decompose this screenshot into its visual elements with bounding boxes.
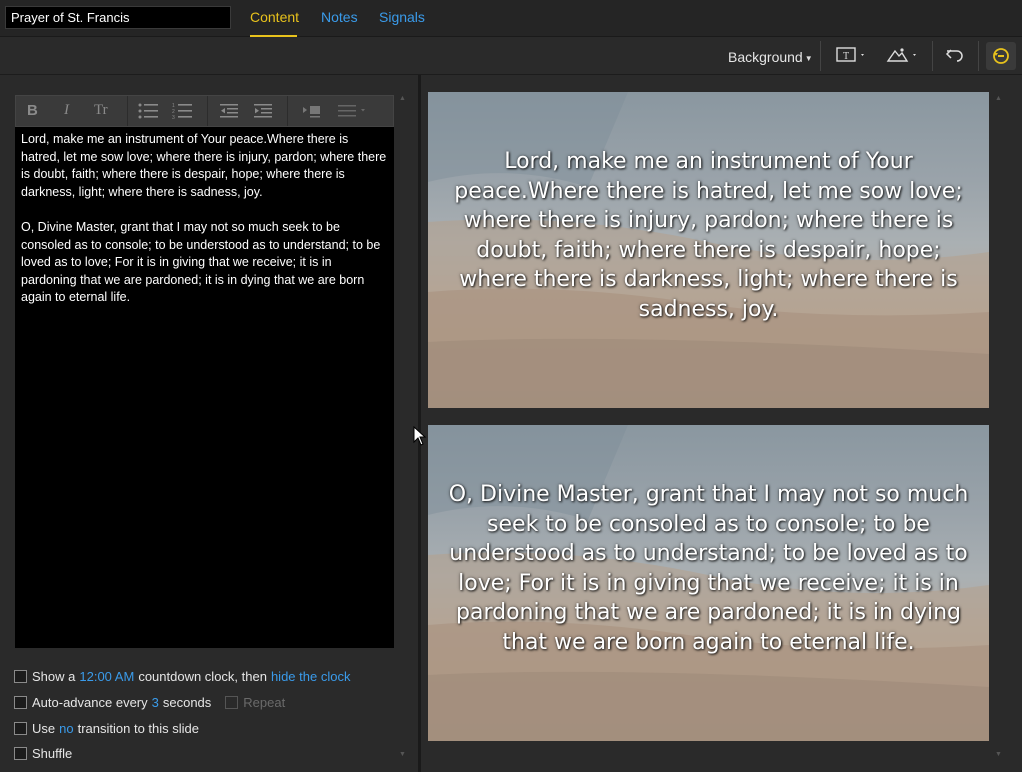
scroll-down-icon[interactable]: ▼: [399, 751, 406, 758]
mouse-cursor-icon: [413, 426, 427, 446]
advance-option-row: Auto-advance every 3 seconds Repeat: [14, 695, 285, 710]
slide-thumbnail[interactable]: Lord, make me an instrument of Your peac…: [428, 92, 989, 408]
clock-checkbox[interactable]: [14, 670, 27, 683]
transition-suffix-label: transition to this slide: [77, 721, 199, 736]
slide-preview-pane: Lord, make me an instrument of Your peac…: [421, 75, 1022, 772]
insert-block-icon[interactable]: [302, 103, 322, 119]
editor-paragraph: O, Divine Master, grant that I may not s…: [21, 219, 381, 305]
scroll-down-icon[interactable]: ▼: [995, 751, 1002, 758]
clock-time-link[interactable]: 12:00 AM: [79, 669, 134, 684]
image-icon[interactable]: [886, 46, 920, 67]
indent-icon[interactable]: [254, 103, 274, 119]
bold-button[interactable]: B: [27, 102, 38, 119]
slide-text: O, Divine Master, grant that I may not s…: [448, 482, 969, 655]
background-label: Background: [728, 49, 803, 65]
italic-button[interactable]: I: [64, 102, 69, 119]
clock-option-row: Show a 12:00 AM countdown clock, then hi…: [14, 669, 354, 684]
indent-group: [208, 96, 288, 126]
clock-middle-label: countdown clock, then: [138, 669, 267, 684]
editor-paragraph: Lord, make me an instrument of Your peac…: [21, 132, 387, 199]
toolbar-divider: [820, 41, 821, 71]
list-group: 1 2 3: [128, 96, 208, 126]
text-format-group: B I Tr: [16, 96, 128, 126]
toolbar-divider: [932, 41, 933, 71]
insert-group: [288, 96, 394, 126]
chevron-down-icon: ▼: [804, 53, 813, 63]
transition-option-row: Use no transition to this slide: [14, 721, 199, 736]
background-dropdown[interactable]: Background ▼: [728, 49, 813, 65]
shuffle-checkbox[interactable]: [14, 747, 27, 760]
slide-thumbnail[interactable]: O, Divine Master, grant that I may not s…: [428, 425, 989, 741]
text-box-icon[interactable]: T: [836, 46, 866, 67]
sync-icon: [993, 48, 1009, 64]
clock-action-link[interactable]: hide the clock: [271, 669, 351, 684]
svg-text:3: 3: [172, 115, 175, 119]
slide-toolbar: Background ▼ T: [0, 37, 1022, 75]
transition-checkbox[interactable]: [14, 722, 27, 735]
bullet-list-icon[interactable]: [138, 103, 160, 119]
svg-text:T: T: [843, 51, 849, 62]
auto-advance-checkbox[interactable]: [14, 696, 27, 709]
transition-value-link[interactable]: no: [59, 721, 73, 736]
toolbar-divider: [978, 41, 979, 71]
slide-text-editor[interactable]: Lord, make me an instrument of Your peac…: [15, 127, 394, 648]
undo-icon[interactable]: [945, 46, 965, 67]
shuffle-option-row: Shuffle: [14, 746, 72, 761]
advance-suffix-label: seconds: [162, 695, 212, 710]
clock-prefix-label: Show a: [32, 669, 76, 684]
repeat-checkbox[interactable]: [225, 696, 239, 709]
tab-signals[interactable]: Signals: [379, 9, 425, 25]
numbered-list-icon[interactable]: 1 2 3: [172, 103, 194, 119]
advance-seconds-link[interactable]: 3: [152, 695, 159, 710]
sync-button[interactable]: [986, 42, 1016, 70]
advance-prefix-label: Auto-advance every: [32, 695, 148, 710]
text-size-button[interactable]: Tr: [94, 102, 108, 119]
top-bar: Content Notes Signals: [0, 0, 1022, 37]
presentation-title-input[interactable]: [5, 6, 231, 29]
repeat-label: Repeat: [243, 695, 286, 710]
outdent-icon[interactable]: [220, 103, 240, 119]
transition-prefix-label: Use: [32, 721, 56, 736]
tab-notes[interactable]: Notes: [321, 9, 358, 25]
editor-toolbar: B I Tr 1 2 3: [15, 95, 394, 127]
align-dropdown-icon[interactable]: [338, 103, 370, 119]
scroll-up-icon[interactable]: ▲: [995, 95, 1002, 102]
tab-content[interactable]: Content: [250, 9, 299, 25]
slide-text: Lord, make me an instrument of Your peac…: [454, 149, 963, 322]
scroll-up-icon[interactable]: ▲: [399, 95, 406, 102]
editor-pane: B I Tr 1 2 3 ▲ Lord, make me an instrume…: [0, 75, 418, 772]
shuffle-label: Shuffle: [32, 746, 73, 761]
